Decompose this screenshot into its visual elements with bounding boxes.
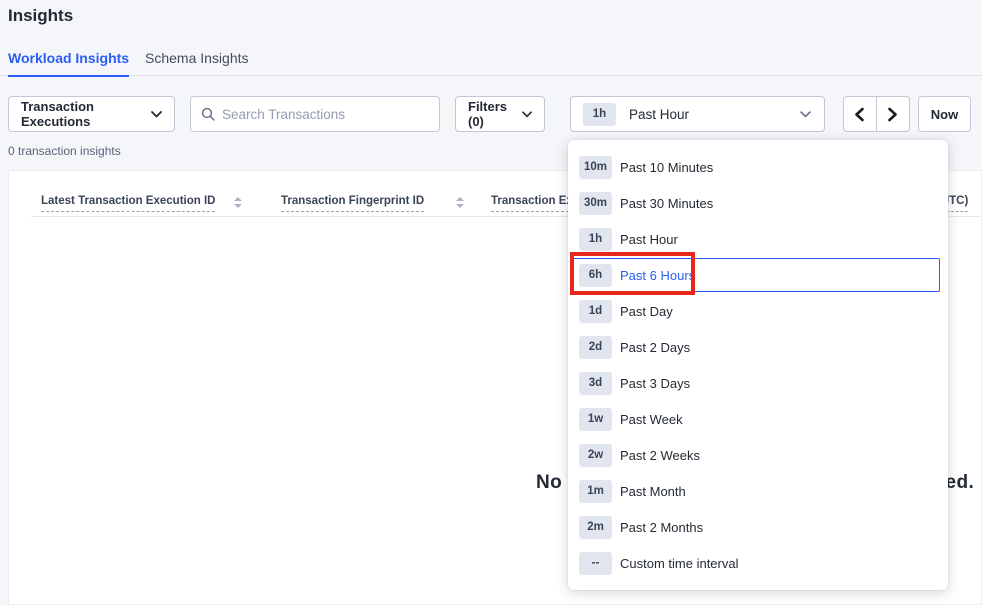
time-option-label: Past 3 Days	[620, 376, 690, 391]
time-option-3d[interactable]: 3d Past 3 Days	[568, 365, 948, 401]
chevron-down-icon	[800, 111, 811, 118]
time-option-badge: 10m	[579, 156, 612, 179]
time-option-1w[interactable]: 1w Past Week	[568, 401, 948, 437]
time-option-badge: 30m	[579, 192, 612, 215]
time-option-badge: 1d	[579, 300, 612, 323]
time-option-label: Past 10 Minutes	[620, 160, 713, 175]
time-option-label: Past 6 Hours	[620, 268, 695, 283]
sort-icon[interactable]	[456, 197, 464, 208]
time-option-badge: 1m	[579, 480, 612, 503]
filters-button[interactable]: Filters (0)	[455, 96, 545, 132]
time-interval-option-list: 10m Past 10 Minutes 30m Past 30 Minutes 1h Pa…	[568, 149, 948, 581]
time-interval-dropdown: 10m Past 10 Minutes 30m Past 30 Minutes 1h Pa…	[568, 140, 948, 590]
time-option-badge: --	[579, 552, 612, 575]
time-option-label: Past Day	[620, 304, 673, 319]
time-option-1h[interactable]: 1h Past Hour	[568, 221, 948, 257]
time-option-badge: 2m	[579, 516, 612, 539]
insight-type-label: Transaction Executions	[21, 99, 151, 129]
time-interval-label: Past Hour	[629, 107, 689, 122]
search-icon	[201, 107, 215, 121]
time-option-label: Past Hour	[620, 232, 678, 247]
time-option-label: Past 2 Weeks	[620, 448, 700, 463]
tab-schema-insights[interactable]: Schema Insights	[145, 50, 249, 75]
time-option-badge: 2d	[579, 336, 612, 359]
time-option-label: Past 30 Minutes	[620, 196, 713, 211]
next-interval-button[interactable]	[877, 97, 910, 131]
previous-interval-button[interactable]	[844, 97, 877, 131]
time-option-badge: 2w	[579, 444, 612, 467]
time-option-label: Past Week	[620, 412, 683, 427]
time-option-label: Past 2 Days	[620, 340, 690, 355]
time-interval-selector[interactable]: 1h Past Hour	[570, 96, 825, 132]
time-option-2w[interactable]: 2w Past 2 Weeks	[568, 437, 948, 473]
chevron-down-icon	[522, 111, 532, 118]
time-option-badge: 6h	[579, 264, 612, 287]
insights-count: 0 transaction insights	[8, 144, 121, 158]
time-interval-badge: 1h	[583, 103, 616, 126]
page-title: Insights	[8, 6, 73, 26]
time-option-1m[interactable]: 1m Past Month	[568, 473, 948, 509]
time-option-6h[interactable]: 6h Past 6 Hours	[568, 257, 948, 293]
search-box[interactable]	[190, 96, 440, 132]
time-option-label: Past 2 Months	[620, 520, 703, 535]
column-header-latest-transaction-execution-id[interactable]: Latest Transaction Execution ID	[41, 195, 215, 212]
column-header-transaction-fingerprint-id[interactable]: Transaction Fingerprint ID	[281, 195, 424, 212]
time-option-badge: 3d	[579, 372, 612, 395]
search-input[interactable]	[222, 107, 422, 122]
chevron-down-icon	[151, 111, 162, 118]
time-option-1d[interactable]: 1d Past Day	[568, 293, 948, 329]
time-option-label: Custom time interval	[620, 556, 738, 571]
filters-label: Filters (0)	[468, 99, 522, 129]
time-option-10m[interactable]: 10m Past 10 Minutes	[568, 149, 948, 185]
time-range-arrows	[843, 96, 910, 132]
time-option-badge: 1h	[579, 228, 612, 251]
insight-type-selector[interactable]: Transaction Executions	[8, 96, 175, 132]
time-option-2m[interactable]: 2m Past 2 Months	[568, 509, 948, 545]
sort-icon[interactable]	[234, 197, 242, 208]
now-button[interactable]: Now	[918, 96, 971, 132]
tab-bar: Workload Insights Schema Insights	[0, 45, 982, 76]
time-option-2d[interactable]: 2d Past 2 Days	[568, 329, 948, 365]
time-option---[interactable]: -- Custom time interval	[568, 545, 948, 581]
time-option-label: Past Month	[620, 484, 686, 499]
tab-workload-insights[interactable]: Workload Insights	[8, 50, 129, 77]
time-option-30m[interactable]: 30m Past 30 Minutes	[568, 185, 948, 221]
time-option-badge: 1w	[579, 408, 612, 431]
